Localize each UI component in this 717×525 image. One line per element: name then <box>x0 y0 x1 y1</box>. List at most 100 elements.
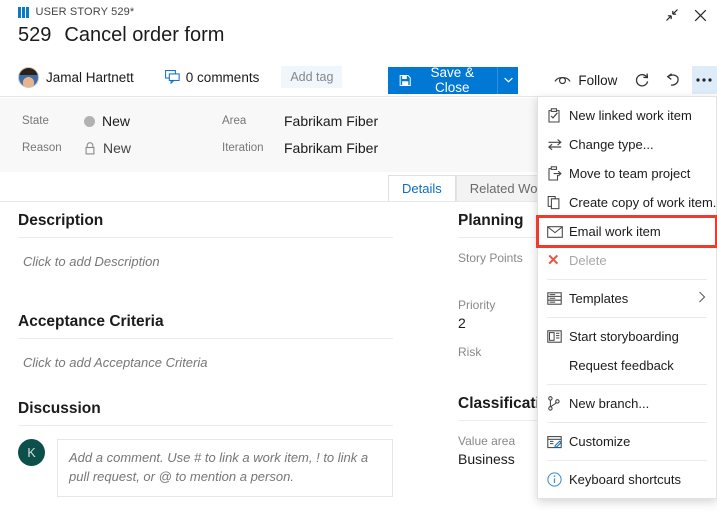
discussion-avatar: K <box>18 439 45 466</box>
menu-item-label: New branch... <box>569 396 650 411</box>
storyboard-icon <box>547 330 569 343</box>
field-reason-value: New <box>103 140 132 156</box>
lock-icon <box>85 141 95 154</box>
branch-icon <box>547 396 569 411</box>
menu-item-keyboard-shortcuts[interactable]: Keyboard shortcuts <box>538 465 716 494</box>
eye-icon <box>554 76 571 84</box>
comment-input[interactable]: Add a comment. Use # to link a work item… <box>57 439 393 497</box>
menu-item-label: Move to team project <box>569 166 691 181</box>
save-options-dropdown-button[interactable] <box>497 66 519 94</box>
menu-item-email-work-item[interactable]: Email work item <box>536 215 717 248</box>
work-item-title[interactable]: Cancel order form <box>64 24 224 47</box>
menu-item-label: Keyboard shortcuts <box>569 472 682 487</box>
collapse-button[interactable] <box>661 5 683 25</box>
menu-item-label: Customize <box>569 434 631 449</box>
state-dot-icon <box>84 115 95 127</box>
add-tag-button[interactable]: Add tag <box>281 66 343 88</box>
menu-item-new-branch[interactable]: New branch... <box>538 389 716 418</box>
comments-count-label: 0 comments <box>185 69 260 85</box>
comments-link[interactable]: 0 comments <box>164 69 260 85</box>
menu-item-customize[interactable]: Customize <box>538 427 716 456</box>
page-title: 529 Cancel order form <box>18 24 224 47</box>
menu-separator <box>547 279 707 280</box>
breadcrumb-label: USER STORY 529* <box>35 6 135 18</box>
field-state-value-wrap: New <box>84 113 130 129</box>
tab-details[interactable]: Details <box>388 175 456 202</box>
templates-icon <box>547 292 569 305</box>
field-state-value: New <box>102 113 131 129</box>
menu-item-request-feedback[interactable]: Request feedback <box>538 351 716 380</box>
menu-item-delete[interactable]: ✕ Delete <box>538 246 716 275</box>
change-type-icon <box>547 138 569 151</box>
menu-item-label: Start storyboarding <box>569 329 679 344</box>
field-state-label: State <box>22 114 49 127</box>
description-input[interactable]: Click to add Description <box>18 238 393 269</box>
chevron-right-icon <box>698 291 706 306</box>
follow-button[interactable]: Follow <box>548 67 623 94</box>
menu-item-label: New linked work item <box>569 108 692 123</box>
save-and-close-label: Save & Close <box>430 65 475 95</box>
chevron-down-icon <box>503 77 513 83</box>
save-icon <box>399 74 411 86</box>
more-actions-menu: New linked work item Change type... Move… <box>536 96 717 499</box>
breadcrumb: USER STORY 529* <box>18 6 134 18</box>
comment-icon <box>164 70 180 84</box>
customize-icon <box>547 435 569 449</box>
field-area[interactable]: Area Fabrikam Fiber <box>222 113 378 129</box>
menu-item-label: Change type... <box>569 137 654 152</box>
menu-item-label: Create copy of work item... <box>569 195 717 210</box>
field-area-value: Fabrikam Fiber <box>284 113 379 129</box>
ellipsis-icon <box>696 78 712 82</box>
assigned-to-label[interactable]: Jamal Hartnett <box>46 70 134 85</box>
field-reason-value-wrap: New <box>84 140 131 156</box>
close-x-icon <box>694 9 706 21</box>
description-title: Description <box>18 212 104 229</box>
menu-item-label: Request feedback <box>569 358 674 373</box>
follow-label: Follow <box>578 72 618 88</box>
work-item-form: USER STORY 529* 529 Cancel order form Ja… <box>0 0 717 525</box>
menu-separator <box>547 422 707 423</box>
avatar <box>18 66 39 88</box>
field-reason-label: Reason <box>22 141 62 154</box>
menu-separator <box>547 460 707 461</box>
acceptance-criteria-input[interactable]: Click to add Acceptance Criteria <box>18 339 393 370</box>
discussion-title: Discussion <box>18 400 101 417</box>
menu-item-label: Email work item <box>569 224 661 239</box>
work-item-id: 529 <box>18 24 52 46</box>
field-state[interactable]: State New <box>22 113 130 129</box>
undo-button[interactable] <box>661 66 686 94</box>
field-area-label: Area <box>222 114 247 127</box>
comment-input-placeholder: Add a comment. Use # to link a work item… <box>69 450 369 484</box>
menu-item-new-linked-work-item[interactable]: New linked work item <box>538 101 716 130</box>
delete-x-icon: ✕ <box>547 252 560 269</box>
menu-item-change-type[interactable]: Change type... <box>538 130 716 159</box>
menu-separator <box>547 317 707 318</box>
close-button[interactable] <box>689 5 711 25</box>
field-iteration[interactable]: Iteration Fabrikam Fiber <box>222 140 378 156</box>
work-item-toolbar: Save & Close Follow <box>388 65 717 95</box>
more-actions-button[interactable] <box>691 66 717 94</box>
refresh-button[interactable] <box>629 66 654 94</box>
copy-icon <box>547 195 569 210</box>
menu-item-start-storyboarding[interactable]: Start storyboarding <box>538 322 716 351</box>
field-iteration-value: Fabrikam Fiber <box>284 140 379 156</box>
work-item-header: USER STORY 529* 529 Cancel order form Ja… <box>0 0 717 97</box>
discussion-row: K Add a comment. Use # to link a work it… <box>18 439 393 497</box>
move-to-team-project-icon <box>547 166 569 181</box>
info-icon <box>547 472 569 487</box>
menu-item-label: Templates <box>569 291 629 306</box>
menu-item-create-copy-of-work-item[interactable]: Create copy of work item... <box>538 188 717 217</box>
field-iteration-label: Iteration <box>222 141 264 154</box>
user-story-icon <box>18 6 29 18</box>
new-linked-work-item-icon <box>547 108 569 123</box>
acceptance-criteria-title: Acceptance Criteria <box>18 313 164 330</box>
save-and-close-button[interactable]: Save & Close <box>388 65 498 95</box>
menu-item-templates[interactable]: Templates <box>538 284 716 313</box>
discussion-divider <box>18 425 393 426</box>
field-reason: Reason New <box>22 140 131 156</box>
work-item-main-column: Description Click to add Description Acc… <box>18 212 393 497</box>
menu-separator <box>547 384 707 385</box>
menu-item-move-to-team-project[interactable]: Move to team project <box>538 159 716 188</box>
collapse-arrows-icon <box>666 9 678 21</box>
menu-item-label: Delete <box>569 253 607 268</box>
